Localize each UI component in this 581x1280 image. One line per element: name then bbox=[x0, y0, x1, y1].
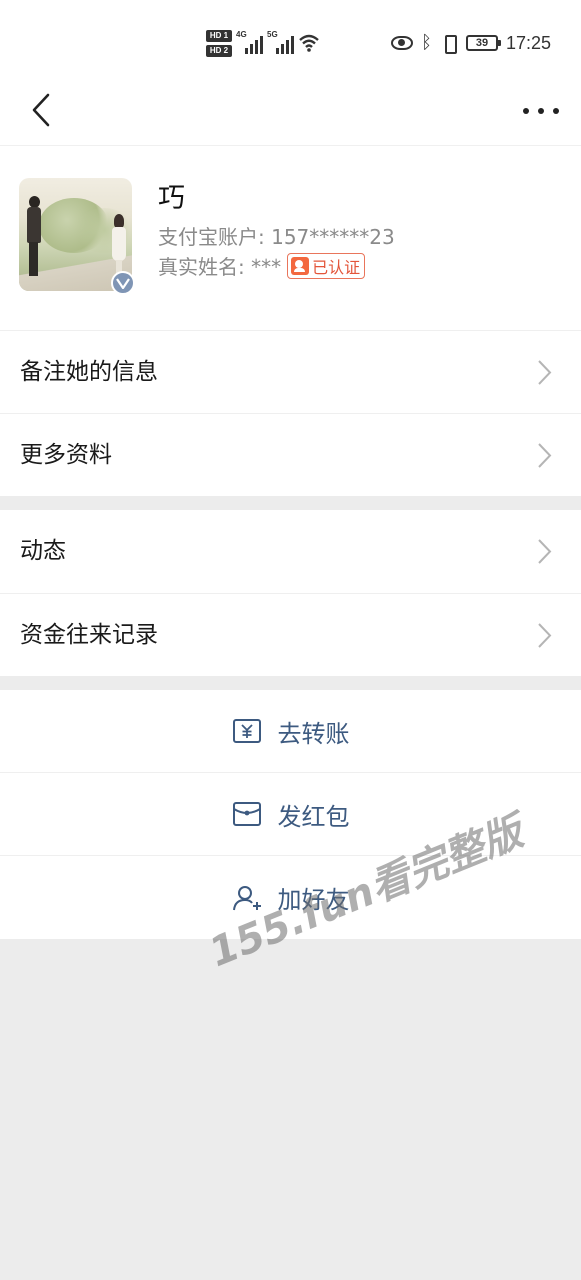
sim-badges: HD 1 HD 2 bbox=[206, 29, 232, 57]
transfer-button[interactable]: 去转账 bbox=[0, 690, 581, 773]
sim2-badge: HD 2 bbox=[206, 44, 232, 57]
clock: 17:25 bbox=[505, 32, 551, 53]
back-arrow-icon[interactable] bbox=[26, 92, 62, 128]
real-name-row: 真实姓名: *** 已认证 bbox=[158, 251, 366, 280]
sim1-badge: HD 1 bbox=[206, 29, 232, 42]
menu-item-label: 备注她的信息 bbox=[20, 359, 158, 385]
add-friend-button[interactable]: 加好友 bbox=[0, 856, 581, 939]
contact-profile-page: HD 1 HD 2 4G 5G ᛒ 39 17:25 巧 支付宝账户: 157*… bbox=[0, 0, 581, 1280]
signal-group: HD 1 HD 2 4G 5G bbox=[206, 26, 320, 60]
verified-badge-icon bbox=[111, 271, 135, 295]
action-list: 去转账 发红包 加好友 bbox=[0, 690, 581, 939]
add-friend-icon bbox=[232, 885, 261, 910]
chevron-right-icon bbox=[538, 539, 552, 564]
net2-label: 5G bbox=[267, 30, 278, 39]
wifi-icon bbox=[299, 34, 319, 52]
red-packet-label: 发红包 bbox=[277, 802, 350, 831]
battery-icon: 39 bbox=[465, 35, 501, 51]
menu-item-label: 动态 bbox=[20, 538, 66, 564]
contact-name: 巧 bbox=[158, 183, 185, 214]
navigation-bar bbox=[0, 80, 581, 146]
status-icons: ᛒ 39 17:25 bbox=[391, 30, 551, 56]
menu-item-label: 资金往来记录 bbox=[20, 622, 158, 648]
menu-group-activity: 动态 资金往来记录 bbox=[0, 510, 581, 676]
chevron-right-icon bbox=[538, 360, 552, 385]
person-verified-icon bbox=[291, 256, 310, 275]
status-bar: HD 1 HD 2 4G 5G ᛒ 39 17:25 bbox=[0, 0, 581, 80]
signal-5g-icon: 5G bbox=[267, 30, 294, 54]
menu-item-transactions[interactable]: 资金往来记录 bbox=[0, 593, 581, 676]
verified-label: 已认证 bbox=[312, 257, 361, 277]
profile-header: 巧 支付宝账户: 157******23 真实姓名: *** 已认证 bbox=[0, 146, 581, 330]
signal-4g-icon: 4G bbox=[236, 30, 263, 54]
net1-label: 4G bbox=[236, 30, 247, 39]
menu-item-remark[interactable]: 备注她的信息 bbox=[0, 330, 581, 413]
bluetooth-icon: ᛒ bbox=[421, 32, 432, 53]
menu-group-info: 备注她的信息 更多资料 bbox=[0, 330, 581, 496]
more-options-icon[interactable] bbox=[523, 96, 559, 126]
red-packet-button[interactable]: 发红包 bbox=[0, 773, 581, 856]
avatar[interactable] bbox=[19, 178, 135, 295]
real-name: 真实姓名: *** bbox=[158, 255, 282, 279]
verified-tag: 已认证 bbox=[287, 252, 366, 279]
menu-item-label: 更多资料 bbox=[20, 442, 112, 468]
chevron-right-icon bbox=[538, 623, 552, 648]
eye-comfort-icon bbox=[391, 36, 414, 50]
add-friend-label: 加好友 bbox=[277, 886, 350, 914]
chevron-right-icon bbox=[538, 443, 552, 468]
transfer-yuan-icon bbox=[232, 719, 261, 743]
menu-item-more-info[interactable]: 更多资料 bbox=[0, 413, 581, 496]
transfer-label: 去转账 bbox=[277, 719, 350, 748]
menu-item-moments[interactable]: 动态 bbox=[0, 510, 581, 593]
vibrate-icon bbox=[440, 34, 458, 54]
alipay-account: 支付宝账户: 157******23 bbox=[158, 225, 395, 249]
red-packet-icon bbox=[232, 802, 261, 826]
